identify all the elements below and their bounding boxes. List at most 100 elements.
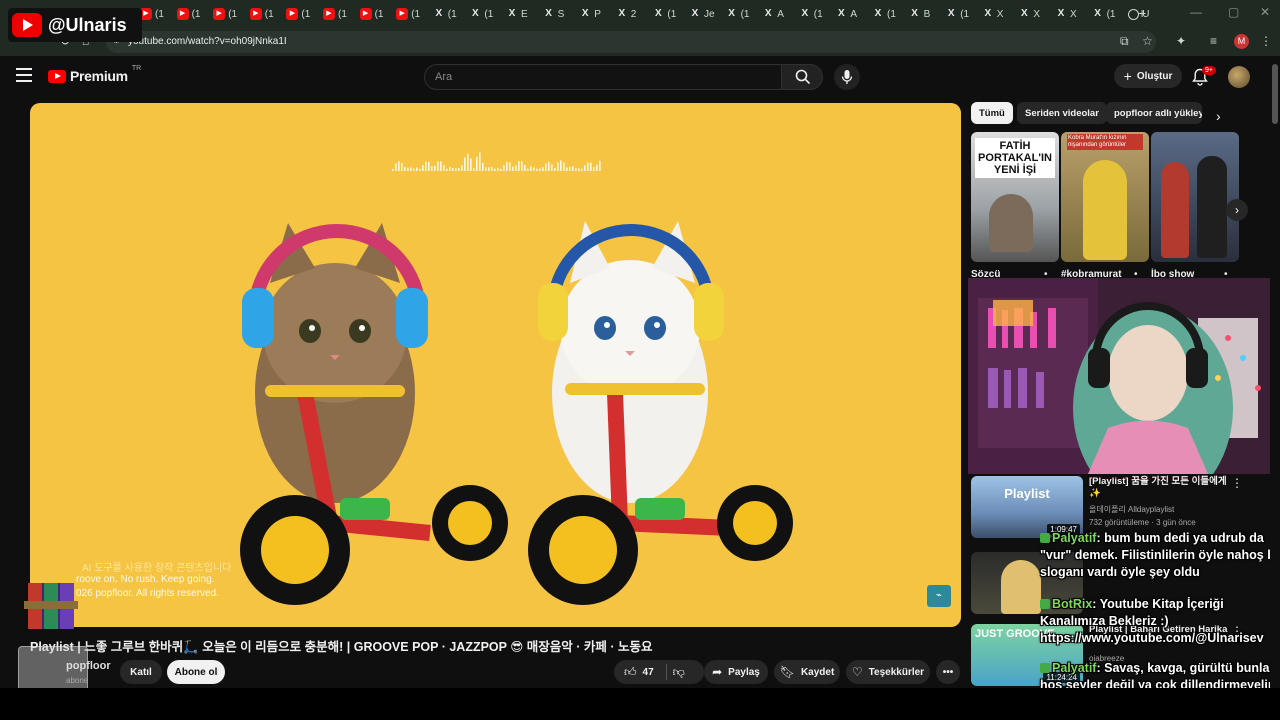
thanks-button[interactable]: ♡ Teşekkürler bbox=[846, 660, 930, 684]
bottom-bar bbox=[0, 688, 1280, 720]
page-scrollbar[interactable] bbox=[1270, 56, 1280, 688]
youtube-logo-icon bbox=[48, 69, 66, 83]
browser-tab[interactable]: XX bbox=[982, 6, 1018, 22]
browser-tab[interactable]: ▶ (1 bbox=[286, 6, 322, 22]
browser-tab[interactable]: ▶ (1 bbox=[359, 6, 396, 22]
tabby-cat-figure bbox=[240, 223, 508, 605]
rec-1-title[interactable]: [Playlist] 꿈을 가진 모든 이들에게✨ bbox=[1089, 476, 1229, 500]
browser-tab[interactable]: X (1 bbox=[469, 6, 505, 22]
channel-name[interactable]: popfloor bbox=[66, 660, 111, 672]
search-button[interactable] bbox=[781, 64, 823, 90]
browser-tab[interactable]: XS bbox=[543, 6, 579, 22]
thumbs-up-icon[interactable]: 👍︎ bbox=[624, 665, 637, 680]
browser-tab[interactable]: X (1 bbox=[799, 6, 835, 22]
youtube-favicon-icon: ▶ bbox=[396, 8, 409, 20]
x-favicon-icon: X bbox=[581, 8, 589, 19]
browser-tab[interactable]: XX bbox=[1055, 6, 1091, 22]
browser-tab[interactable]: U bbox=[1128, 6, 1164, 22]
minimize-icon[interactable]: — bbox=[1190, 5, 1202, 19]
chat-badge-icon bbox=[1040, 663, 1050, 673]
country-code: TR bbox=[131, 64, 142, 72]
browser-tab[interactable]: XB bbox=[909, 6, 945, 22]
search-input[interactable]: Ara bbox=[424, 64, 782, 90]
url-box[interactable]: ⚙ youtube.com/watch?v=oh09jNnka1I bbox=[106, 31, 1156, 53]
bookmark-star-icon[interactable]: ☆ bbox=[1142, 34, 1153, 48]
browser-tab-label: (1 bbox=[887, 8, 896, 20]
browser-menu-icon[interactable]: ⋮ bbox=[1260, 34, 1272, 48]
more-vertical-icon[interactable]: ⋮ bbox=[1231, 476, 1243, 490]
share-button[interactable]: ➦ Paylaş bbox=[704, 660, 768, 684]
create-button[interactable]: + Oluştur bbox=[1114, 64, 1182, 88]
menu-icon[interactable] bbox=[16, 68, 32, 82]
divider bbox=[665, 664, 667, 680]
chip-uploader[interactable]: popfloor adlı yükleyici bbox=[1106, 102, 1202, 124]
shorts-next-arrow-icon[interactable]: › bbox=[1226, 199, 1248, 221]
browser-tab[interactable]: ▶ (1 bbox=[249, 6, 286, 22]
browser-tab[interactable]: XX bbox=[1018, 6, 1054, 22]
browser-tab[interactable]: XA bbox=[835, 6, 871, 22]
thanks-label: Teşekkürler bbox=[868, 666, 925, 678]
chip-all[interactable]: Tümü bbox=[971, 102, 1013, 124]
share-label: Paylaş bbox=[728, 666, 760, 678]
short-3-person-a bbox=[1161, 162, 1189, 258]
short-thumbnail-2[interactable]: Kobra Murat'ın kızının nişanından görünt… bbox=[1061, 132, 1149, 262]
browser-tab[interactable]: ▶ (1 bbox=[396, 6, 432, 22]
x-favicon-icon: X bbox=[1021, 8, 1028, 19]
youtube-premium-logo[interactable]: Premium TR bbox=[48, 64, 142, 84]
browser-tab[interactable]: ▶ (1 bbox=[176, 6, 213, 22]
browser-tab[interactable]: X Je bbox=[689, 6, 725, 22]
browser-tab[interactable]: XP bbox=[579, 6, 615, 22]
rec-1-thumbnail[interactable]: Playlist 1:09:47 bbox=[971, 476, 1083, 538]
browser-tab[interactable]: X (1 bbox=[945, 6, 981, 22]
browser-tab-label: (1 bbox=[228, 8, 238, 20]
browser-tab-label: (1 bbox=[960, 8, 970, 20]
browser-tabstrip: + — ▢ ✕ ▶ (1 ▶ (1 ▶ (1 ▶ (1 ▶ (1 ▶ (1 ▶ (1 ▶ (1 X (1 X (1 X E… bbox=[0, 0, 1280, 28]
streamer-webcam-overlay bbox=[968, 278, 1280, 474]
browser-tab[interactable]: X (1 bbox=[1092, 6, 1128, 22]
notification-count-badge: 9+ bbox=[1202, 66, 1216, 75]
video-overlay-korean: AI 도구를 사용한 창작 콘텐츠입니다 bbox=[82, 563, 232, 574]
browser-tab[interactable]: X (1 bbox=[872, 6, 908, 22]
browser-profile-avatar[interactable]: M bbox=[1234, 34, 1249, 49]
install-app-icon[interactable]: ⧉ bbox=[1120, 34, 1129, 49]
share-icon: ➦ bbox=[712, 665, 723, 679]
maximize-icon[interactable]: ▢ bbox=[1228, 5, 1239, 19]
browser-tab[interactable]: X (1 bbox=[433, 6, 469, 22]
more-actions-button[interactable]: ••• bbox=[936, 660, 960, 684]
browser-tab[interactable]: ▶ (1 bbox=[213, 6, 249, 22]
short-thumbnail-3[interactable] bbox=[1151, 132, 1239, 262]
voice-search-button[interactable] bbox=[834, 64, 860, 90]
stats-toggle-icon[interactable]: ⌁ bbox=[927, 585, 951, 607]
like-count[interactable]: 47 bbox=[643, 667, 654, 678]
youtube-favicon-icon: ▶ bbox=[176, 8, 189, 20]
browser-tab[interactable]: XE bbox=[506, 6, 542, 22]
chevron-right-icon[interactable]: › bbox=[1216, 108, 1221, 124]
browser-tab[interactable]: ▶ (1 bbox=[323, 6, 359, 22]
url-text[interactable]: youtube.com/watch?v=oh09jNnka1I bbox=[128, 36, 287, 47]
browser-tab[interactable]: X (1 bbox=[726, 6, 762, 22]
short-1-person bbox=[989, 194, 1033, 252]
short-thumbnail-1[interactable]: FATİH PORTAKAL'IN YENİ İŞİ bbox=[971, 132, 1059, 262]
short-1-caption: FATİH PORTAKAL'IN YENİ İŞİ bbox=[975, 138, 1055, 178]
plus-icon: + bbox=[1123, 68, 1132, 84]
browser-tab[interactable]: X (1 bbox=[652, 6, 688, 22]
video-player[interactable]: AI 도구를 사용한 창작 콘텐츠입니다 roove on. No rush. … bbox=[30, 103, 961, 627]
browser-tab[interactable]: X2 bbox=[616, 6, 652, 22]
chip-series[interactable]: Seriden videolar bbox=[1017, 102, 1107, 124]
browser-tab[interactable]: ▶ (1 bbox=[140, 6, 176, 22]
extensions-icon[interactable]: ✦ bbox=[1176, 34, 1186, 48]
subscribe-button[interactable]: Abone ol bbox=[167, 660, 225, 684]
browser-tab-label: (1 bbox=[338, 8, 347, 20]
save-button[interactable]: 🔖︎ Kaydet bbox=[774, 660, 840, 684]
browser-tab[interactable]: XA bbox=[762, 6, 798, 22]
scrollbar-thumb[interactable] bbox=[1272, 64, 1278, 124]
x-favicon-icon: X bbox=[838, 8, 845, 19]
account-avatar[interactable] bbox=[1228, 66, 1250, 88]
reading-list-icon[interactable]: ≡ bbox=[1210, 34, 1217, 48]
close-window-icon[interactable]: ✕ bbox=[1260, 5, 1270, 19]
rec-1-channel[interactable]: 올데이플리 Alldayplaylist bbox=[1089, 504, 1174, 515]
webcam-scene bbox=[968, 278, 1280, 474]
browser-tab-label: (1 bbox=[484, 8, 494, 20]
thumbs-down-icon[interactable]: 👎︎ bbox=[673, 665, 685, 680]
join-button[interactable]: Katıl bbox=[120, 660, 162, 684]
